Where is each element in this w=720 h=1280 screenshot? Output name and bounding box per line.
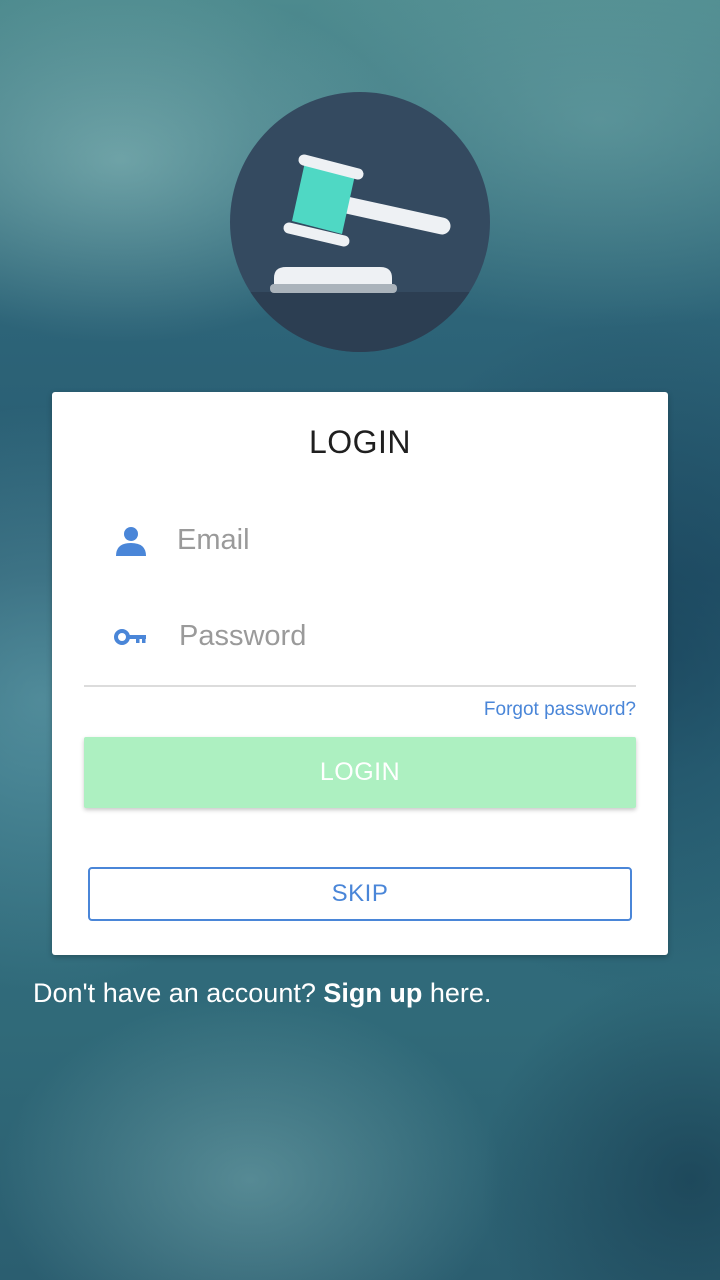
skip-button[interactable]: SKIP xyxy=(88,867,632,921)
login-title: LOGIN xyxy=(308,424,412,460)
signup-link[interactable]: Sign up xyxy=(323,978,422,1008)
forgot-password-link[interactable]: Forgot password? xyxy=(484,699,636,721)
user-icon xyxy=(116,527,146,556)
key-icon xyxy=(114,629,146,645)
password-field[interactable] xyxy=(84,606,636,666)
signup-suffix: here. xyxy=(422,978,492,1008)
gavel-icon xyxy=(230,92,490,352)
login-button[interactable]: LOGIN xyxy=(84,737,636,808)
input-divider xyxy=(84,685,636,687)
email-input[interactable] xyxy=(177,510,617,570)
password-input[interactable] xyxy=(179,606,619,666)
signup-prefix: Don't have an account? xyxy=(33,978,324,1008)
app-logo xyxy=(230,92,490,352)
signup-prompt: Don't have an account? Sign up here. xyxy=(33,978,491,1009)
email-field[interactable] xyxy=(84,510,636,570)
